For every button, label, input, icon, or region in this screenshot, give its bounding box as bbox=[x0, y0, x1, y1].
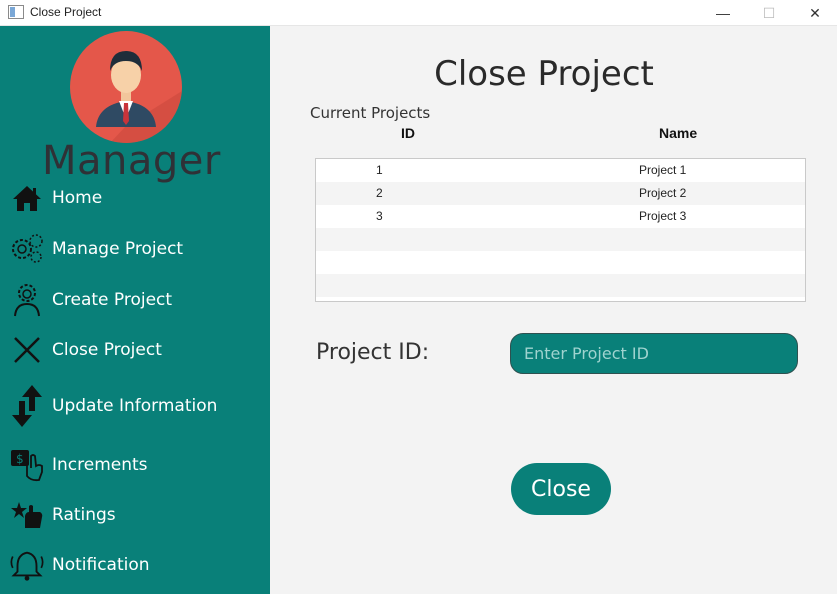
manager-avatar-icon bbox=[70, 31, 182, 143]
table-row[interactable]: 3 Project 3 bbox=[316, 205, 805, 228]
maximize-button[interactable]: ☐ bbox=[746, 0, 792, 26]
sidebar-item-update-information[interactable]: Update Information bbox=[8, 385, 263, 427]
minimize-button[interactable]: — bbox=[700, 0, 746, 26]
sidebar-item-label: Manage Project bbox=[52, 239, 184, 259]
current-projects-label: Current Projects bbox=[310, 104, 431, 122]
sidebar-item-notification[interactable]: Notification bbox=[8, 544, 263, 586]
window-title: Close Project bbox=[30, 5, 102, 19]
main-panel: Close Project Current Projects ID Name 1… bbox=[270, 26, 837, 594]
table-cell-id: 1 bbox=[376, 163, 383, 177]
sidebar-item-manage-project[interactable]: Manage Project bbox=[8, 228, 263, 270]
table-row-empty bbox=[316, 228, 805, 251]
bell-icon bbox=[8, 546, 46, 584]
table-cell-name: Project 1 bbox=[639, 163, 687, 177]
sidebar-item-ratings[interactable]: Ratings bbox=[8, 494, 263, 536]
table-cell-name: Project 3 bbox=[639, 209, 687, 223]
sidebar-item-label: Create Project bbox=[52, 290, 173, 310]
money-hand-icon: $ bbox=[8, 446, 46, 484]
sidebar-item-home[interactable]: Home bbox=[8, 177, 263, 219]
sidebar-item-increments[interactable]: $ Increments bbox=[8, 444, 263, 486]
sidebar-item-label: Close Project bbox=[52, 340, 162, 360]
sidebar-item-create-project[interactable]: Create Project bbox=[8, 279, 263, 321]
page-title: Close Project bbox=[434, 54, 654, 94]
home-icon bbox=[8, 179, 46, 217]
table-cell-id: 3 bbox=[376, 209, 383, 223]
star-hand-icon bbox=[8, 496, 46, 534]
sidebar: Manager Home Manage Project Create Proje… bbox=[0, 26, 270, 594]
sidebar-item-label: Update Information bbox=[52, 396, 218, 416]
table-row-empty bbox=[316, 274, 805, 297]
project-id-input[interactable] bbox=[510, 333, 798, 374]
sidebar-item-close-project[interactable]: Close Project bbox=[8, 329, 263, 371]
sidebar-item-label: Increments bbox=[52, 455, 148, 475]
x-icon bbox=[8, 331, 46, 369]
window-titlebar: Close Project — ☐ ✕ bbox=[0, 0, 837, 26]
person-gear-icon bbox=[8, 281, 46, 319]
svg-text:$: $ bbox=[16, 452, 24, 466]
sidebar-item-label: Notification bbox=[52, 555, 150, 575]
up-down-arrows-icon bbox=[8, 385, 46, 427]
close-window-button[interactable]: ✕ bbox=[792, 0, 837, 26]
column-header-name[interactable]: Name bbox=[659, 125, 697, 141]
close-project-button[interactable]: Close bbox=[511, 463, 611, 515]
project-id-label: Project ID: bbox=[316, 340, 430, 365]
table-cell-id: 2 bbox=[376, 186, 383, 200]
projects-table[interactable]: 1 Project 1 2 Project 2 3 Project 3 bbox=[315, 158, 806, 302]
gears-icon bbox=[8, 230, 46, 268]
column-header-id[interactable]: ID bbox=[401, 125, 415, 141]
table-cell-name: Project 2 bbox=[639, 186, 687, 200]
table-row-empty bbox=[316, 251, 805, 274]
app-icon bbox=[8, 5, 24, 19]
sidebar-item-label: Home bbox=[52, 188, 103, 208]
table-row[interactable]: 1 Project 1 bbox=[316, 159, 805, 182]
table-row-empty bbox=[316, 297, 805, 301]
sidebar-item-label: Ratings bbox=[52, 505, 116, 525]
table-row[interactable]: 2 Project 2 bbox=[316, 182, 805, 205]
